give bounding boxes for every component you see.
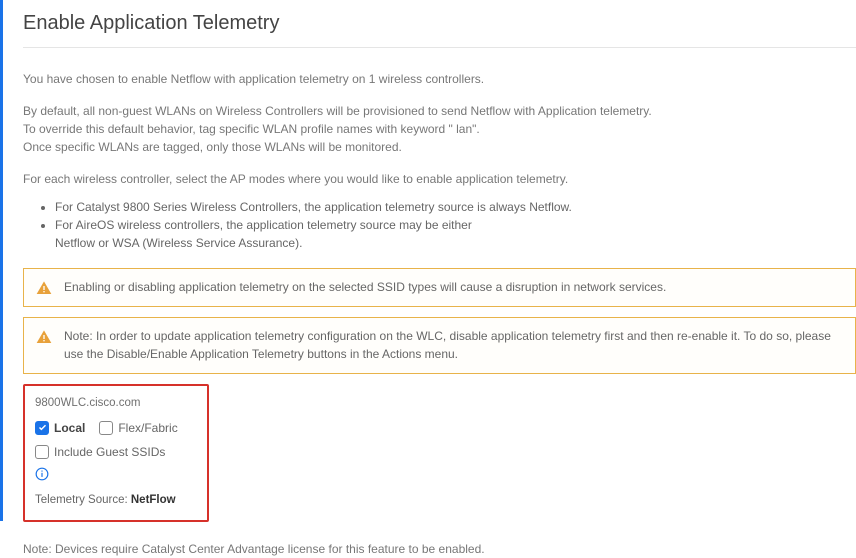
guest-label: Include Guest SSIDs [54,442,165,462]
wlc-config-box: 9800WLC.cisco.com Local Flex/Fabric [23,384,209,522]
wlc-hostname: 9800WLC.cisco.com [35,394,197,414]
warning-alert-update: Note: In order to update application tel… [23,317,856,374]
local-checkbox[interactable]: Local [35,418,85,438]
warning-alert-disruption: Enabling or disabling application teleme… [23,268,856,307]
intro-text: You have chosen to enable Netflow with a… [23,70,856,88]
bullet-item: For Catalyst 9800 Series Wireless Contro… [55,198,856,216]
flex-label: Flex/Fabric [118,418,177,438]
default-line-3: Once specific WLANs are tagged, only tho… [23,138,856,156]
telemetry-source: Telemetry Source: NetFlow [35,491,197,511]
bullet-list: For Catalyst 9800 Series Wireless Contro… [23,198,856,252]
bullet-item: For AireOS wireless controllers, the app… [55,216,856,252]
checkbox-box [35,445,49,459]
warning-icon [36,328,52,345]
info-icon[interactable] [35,467,197,487]
warning-icon [36,279,52,296]
each-controller-text: For each wireless controller, select the… [23,170,856,188]
default-line-1: By default, all non-guest WLANs on Wirel… [23,102,856,120]
page-title: Enable Application Telemetry [23,12,856,48]
footer-note: Note: Devices require Catalyst Center Ad… [23,540,856,558]
warning-text: Note: In order to update application tel… [64,328,843,363]
flex-fabric-checkbox[interactable]: Flex/Fabric [99,418,177,438]
description-block: You have chosen to enable Netflow with a… [23,48,856,558]
checkbox-box [35,421,49,435]
include-guest-checkbox[interactable]: Include Guest SSIDs [35,442,165,462]
checkbox-box [99,421,113,435]
warning-text: Enabling or disabling application teleme… [64,279,666,296]
local-label: Local [54,418,85,438]
default-line-2: To override this default behavior, tag s… [23,120,856,138]
